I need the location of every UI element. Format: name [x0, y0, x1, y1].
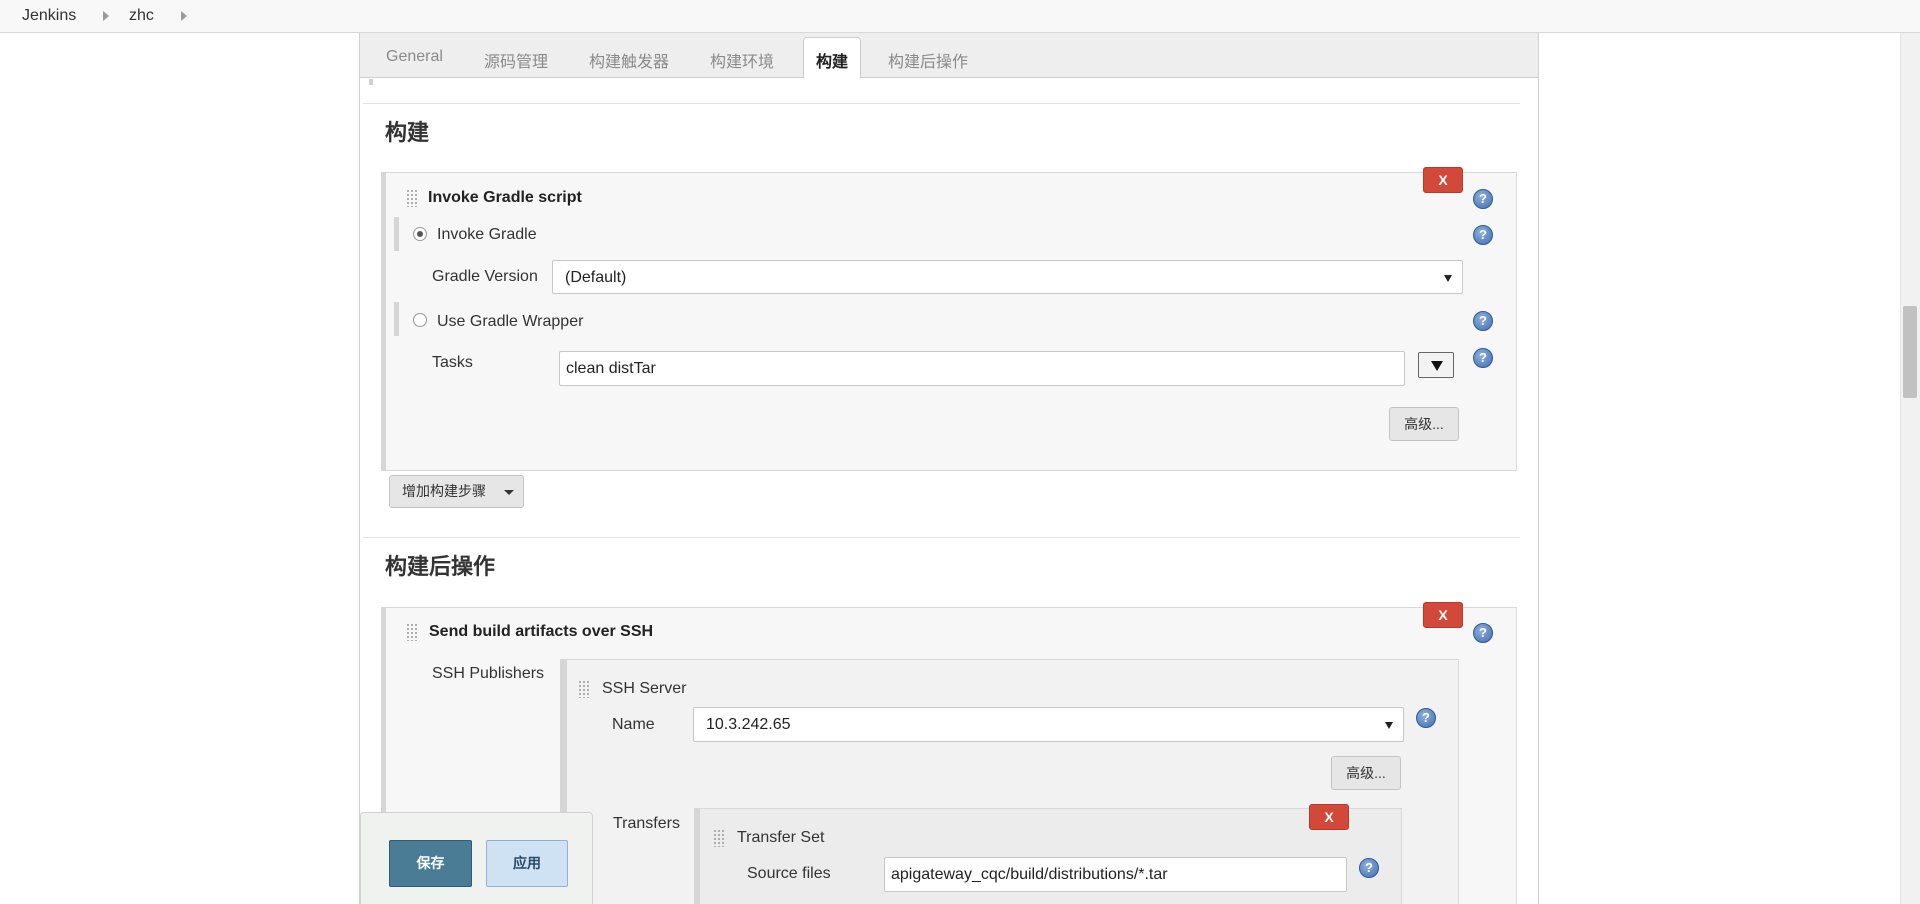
ssh-publishers-label: SSH Publishers: [432, 665, 545, 682]
tasks-label: Tasks: [432, 354, 473, 371]
use-gradle-wrapper-radio[interactable]: [413, 313, 427, 327]
post-build-section-title: 构建后操作: [385, 554, 496, 579]
gradle-step-title: Invoke Gradle script: [428, 189, 582, 206]
gradle-step-edge: [381, 172, 386, 471]
source-files-label: Source files: [747, 865, 831, 882]
ssh-name-label: Name: [612, 716, 655, 733]
tab-build-environment[interactable]: 构建环境: [710, 48, 774, 72]
chevron-down-icon: [1385, 722, 1393, 729]
build-section-title: 构建: [385, 120, 430, 145]
help-icon[interactable]: ?: [1473, 311, 1493, 331]
drag-handle-icon[interactable]: [578, 680, 590, 698]
breadcrumb-arrow-icon[interactable]: [103, 11, 109, 21]
tab-source-management[interactable]: 源码管理: [484, 48, 548, 72]
drag-handle-icon[interactable]: [406, 623, 418, 641]
ssh-server-name-value: 10.3.242.65: [706, 716, 791, 733]
breadcrumb-arrow-icon[interactable]: [181, 11, 187, 21]
gradle-version-label: Gradle Version: [432, 268, 538, 285]
chevron-down-icon: [1444, 275, 1452, 282]
delete-transfer-set-button[interactable]: X: [1309, 804, 1349, 830]
help-icon[interactable]: ?: [1473, 189, 1493, 209]
apply-button[interactable]: 应用: [486, 840, 568, 887]
page-scrollbar[interactable]: [1900, 33, 1920, 904]
expand-textbox-button[interactable]: [1418, 352, 1454, 378]
config-tab-bar: General 源码管理 构建触发器 构建环境 构建后操作: [360, 33, 1538, 78]
transfers-label: Transfers: [613, 815, 680, 832]
ssh-step-title: Send build artifacts over SSH: [429, 623, 654, 640]
option-edge: [394, 217, 399, 251]
invoke-gradle-label: Invoke Gradle: [437, 226, 537, 243]
breadcrumb-jenkins[interactable]: Jenkins: [22, 7, 76, 25]
gradle-version-value: (Default): [565, 269, 627, 286]
use-gradle-wrapper-label: Use Gradle Wrapper: [437, 313, 584, 330]
tab-build-triggers[interactable]: 构建触发器: [589, 48, 669, 72]
help-icon[interactable]: ?: [1359, 858, 1379, 878]
transfer-set-label: Transfer Set: [737, 829, 825, 846]
tasks-input[interactable]: clean distTar: [559, 351, 1405, 386]
option-edge: [394, 302, 399, 336]
help-icon[interactable]: ?: [1473, 225, 1493, 245]
add-build-step-button[interactable]: 增加构建步骤: [389, 475, 524, 508]
save-button[interactable]: 保存: [389, 840, 472, 887]
breadcrumb-zhc[interactable]: zhc: [129, 7, 154, 25]
ssh-server-label: SSH Server: [602, 680, 687, 697]
drag-handle-icon[interactable]: [713, 829, 725, 847]
section-divider: [363, 103, 1520, 104]
tab-general[interactable]: General: [386, 48, 443, 66]
breadcrumb-bar: Jenkins zhc: [0, 0, 1920, 33]
help-icon[interactable]: ?: [1473, 623, 1493, 643]
caret-down-icon: [504, 490, 514, 495]
divider-stub: [369, 79, 373, 85]
tab-build[interactable]: 构建: [803, 37, 861, 79]
help-icon[interactable]: ?: [1416, 708, 1436, 728]
scrollbar-thumb[interactable]: [1903, 306, 1917, 398]
invoke-gradle-radio[interactable]: [413, 227, 427, 241]
section-divider: [363, 537, 1520, 538]
ssh-advanced-button[interactable]: 高级...: [1331, 756, 1401, 790]
tab-post-build[interactable]: 构建后操作: [888, 48, 968, 72]
add-build-step-label: 增加构建步骤: [402, 483, 486, 499]
ssh-server-name-select[interactable]: 10.3.242.65: [693, 707, 1404, 742]
transfer-set-edge: [694, 808, 700, 904]
delete-gradle-step-button[interactable]: X: [1423, 167, 1463, 193]
gradle-advanced-button[interactable]: 高级...: [1389, 407, 1459, 441]
drag-handle-icon[interactable]: [406, 189, 418, 207]
gradle-version-select[interactable]: (Default): [552, 260, 1463, 294]
source-files-input[interactable]: apigateway_cqc/build/distributions/*.tar: [884, 857, 1347, 892]
help-icon[interactable]: ?: [1473, 348, 1493, 368]
delete-ssh-step-button[interactable]: X: [1423, 602, 1463, 628]
